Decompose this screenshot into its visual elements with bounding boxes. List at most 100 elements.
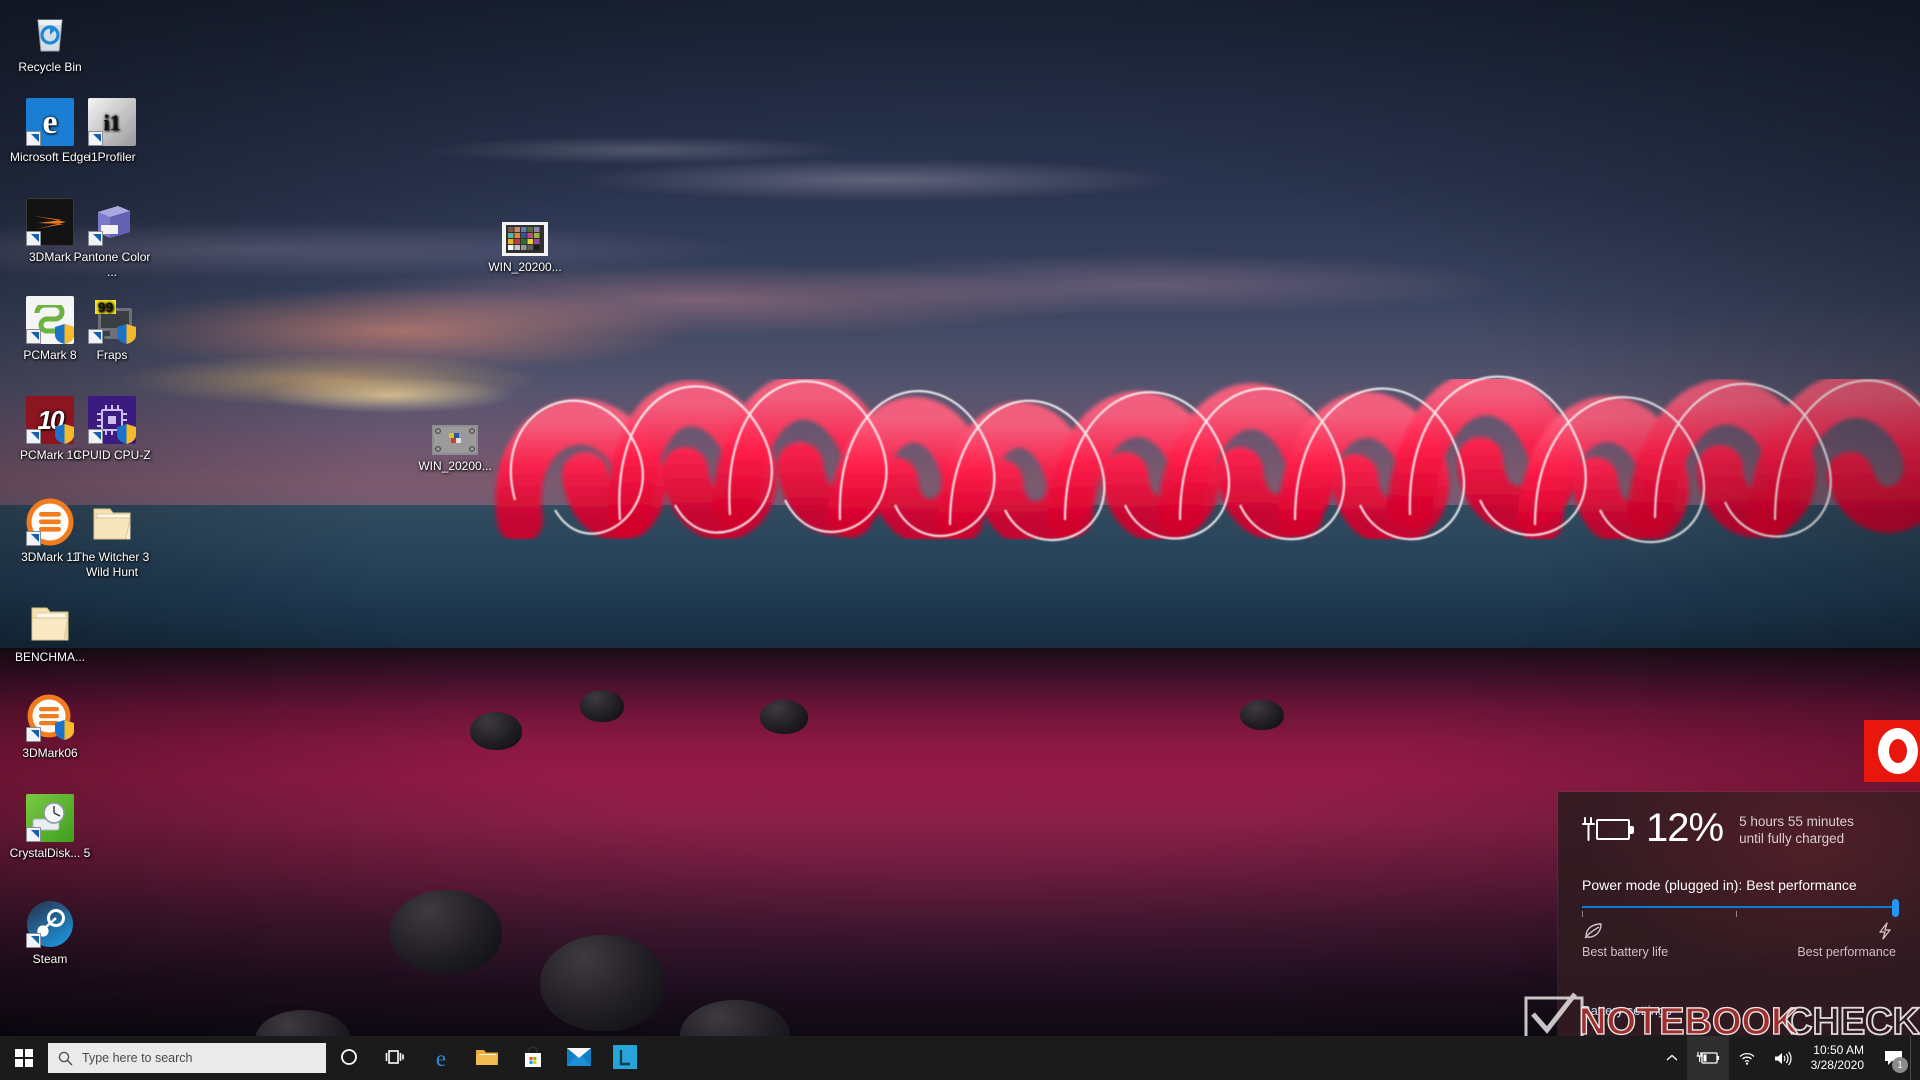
opera-sidebar-tab[interactable]	[1864, 720, 1920, 782]
desktop-icon-label: Steam	[32, 952, 68, 966]
shortcut-overlay-icon	[26, 827, 41, 842]
edge-icon: e	[26, 98, 74, 146]
desktop-file-win-photo-colorchecker[interactable]: WIN_20200...	[470, 222, 580, 274]
desktop-file-win-photo-testchart[interactable]: WIN_20200...	[400, 425, 510, 473]
desktop-icon-pantone-color[interactable]: Pantone Color ...	[68, 198, 156, 280]
wallpaper-rock	[390, 890, 502, 974]
start-button[interactable]	[0, 1036, 48, 1080]
task-view-icon	[385, 1049, 405, 1068]
desktop-file-label: WIN_20200...	[488, 260, 562, 274]
shortcut-overlay-icon	[88, 231, 103, 246]
search-input[interactable]: Type here to search	[48, 1043, 326, 1073]
l-icon	[613, 1044, 637, 1072]
colorchecker-thumbnail-icon	[502, 222, 548, 256]
leaf-icon	[1582, 921, 1668, 943]
task-view-button[interactable]	[372, 1036, 418, 1080]
battery-percent: 12%	[1646, 806, 1724, 850]
tray-volume-button[interactable]	[1764, 1036, 1801, 1080]
battery-time-line1: 5 hours 55 minutes	[1739, 814, 1854, 829]
chevron-up-icon	[1666, 1054, 1678, 1061]
pantone-box-icon	[88, 198, 136, 246]
taskbar-file-explorer-button[interactable]	[464, 1036, 510, 1080]
desktop-icon-label: CrystalDisk... 5	[9, 846, 91, 860]
shortcut-overlay-icon	[88, 429, 103, 444]
desktop-icon-label: BENCHMA...	[14, 650, 85, 664]
desktop-icon-i1profiler[interactable]: i1 i1Profiler	[68, 98, 156, 165]
desktop-icon-3dmark06[interactable]: 3DMark06	[6, 694, 94, 761]
3dmark11-icon	[26, 498, 74, 546]
taskbar[interactable]: Type here to search e 10:50 AM 3/28/2020…	[0, 1036, 1920, 1080]
wallpaper-rock	[1240, 700, 1284, 730]
system-tray[interactable]: 10:50 AM 3/28/2020 1	[1657, 1036, 1920, 1080]
show-desktop-button[interactable]	[1910, 1036, 1916, 1080]
3dmark-icon	[26, 198, 74, 246]
recycle-bin-icon	[26, 8, 74, 56]
taskbar-mail-button[interactable]	[556, 1036, 602, 1080]
testchart-thumbnail-icon	[432, 425, 478, 455]
wifi-icon	[1739, 1052, 1755, 1065]
desktop-icon-label: i1Profiler	[88, 150, 136, 164]
shortcut-overlay-icon	[26, 429, 41, 444]
battery-settings-link[interactable]: Battery settings	[1582, 1003, 1672, 1018]
shortcut-overlay-icon	[26, 727, 41, 742]
desktop-icon-cpuid-cpu-z[interactable]: CPUID CPU-Z	[68, 396, 156, 463]
desktop-file-label: WIN_20200...	[418, 459, 492, 473]
cpuz-icon	[88, 396, 136, 444]
clock-time: 10:50 AM	[1813, 1043, 1864, 1057]
svg-text:99: 99	[98, 299, 114, 315]
taskbar-edge-button[interactable]: e	[418, 1036, 464, 1080]
taskbar-store-button[interactable]	[510, 1036, 556, 1080]
crystaldiskmark-icon	[26, 794, 74, 842]
desktop-icon-label: Fraps	[96, 348, 128, 362]
folder-icon	[88, 498, 136, 546]
shortcut-overlay-icon	[26, 531, 41, 546]
taskbar-clock[interactable]: 10:50 AM 3/28/2020	[1801, 1036, 1876, 1080]
show-hidden-icons-button[interactable]	[1657, 1036, 1687, 1080]
mail-icon	[567, 1047, 591, 1069]
desktop-icon-steam[interactable]: Steam	[6, 900, 94, 967]
shortcut-overlay-icon	[88, 131, 103, 146]
power-mode-slider[interactable]	[1558, 899, 1920, 919]
slider-min-label: Best battery life	[1582, 945, 1669, 959]
windows-logo-icon	[15, 1049, 33, 1067]
pcmark8-icon	[26, 296, 74, 344]
desktop-icon-crystaldiskmark[interactable]: CrystalDisk... 5	[6, 794, 94, 861]
wallpaper-rock	[470, 712, 522, 750]
desktop[interactable]: Recycle Bin e Microsoft Edge i1 i1Profil…	[0, 0, 1920, 1080]
shortcut-overlay-icon	[26, 231, 41, 246]
tray-battery-button[interactable]	[1686, 1036, 1729, 1080]
battery-power-flyout[interactable]: 12% 5 hours 55 minutes until fully charg…	[1558, 792, 1920, 1040]
shortcut-overlay-icon	[26, 933, 41, 948]
cortana-button[interactable]	[326, 1036, 372, 1080]
action-center-button[interactable]: 1	[1876, 1036, 1910, 1080]
desktop-icon-benchmarks[interactable]: BENCHMA...	[6, 598, 94, 665]
power-mode-label: Power mode (plugged in): Best performanc…	[1582, 877, 1857, 893]
desktop-icon-label: 3DMark06	[22, 746, 78, 760]
volume-icon	[1774, 1051, 1792, 1065]
search-icon	[58, 1051, 73, 1066]
notification-badge: 1	[1892, 1057, 1908, 1073]
tray-network-button[interactable]	[1729, 1036, 1764, 1080]
folder-icon	[475, 1047, 499, 1070]
slider-track[interactable]	[1582, 899, 1899, 917]
desktop-icon-the-witcher-3[interactable]: The Witcher 3 Wild Hunt	[68, 498, 156, 580]
battery-charging-icon	[1582, 815, 1636, 845]
pcmark10-icon: 10	[26, 396, 74, 444]
i1profiler-icon: i1	[88, 98, 136, 146]
taskbar-lenovo-vantage-button[interactable]	[602, 1036, 648, 1080]
shortcut-overlay-icon	[88, 329, 103, 344]
desktop-icon-label: Recycle Bin	[18, 60, 82, 74]
battery-status-row: 12% 5 hours 55 minutes until fully charg…	[1558, 792, 1920, 850]
clock-date: 3/28/2020	[1810, 1058, 1864, 1072]
slider-min-endpoint: Best battery life	[1582, 921, 1668, 959]
lightning-bolt-icon	[1797, 921, 1896, 943]
battery-icon	[1696, 1052, 1719, 1064]
desktop-icon-recycle-bin[interactable]: Recycle Bin	[6, 8, 94, 75]
slider-ticks	[1582, 911, 1896, 919]
desktop-icon-fraps[interactable]: 99 Fraps	[68, 296, 156, 363]
desktop-icon-label: Pantone Color ...	[73, 250, 151, 279]
shortcut-overlay-icon	[26, 131, 41, 146]
opera-icon	[1878, 728, 1918, 774]
battery-time-remaining: 5 hours 55 minutes until fully charged	[1739, 813, 1854, 847]
shortcut-overlay-icon	[26, 329, 41, 344]
